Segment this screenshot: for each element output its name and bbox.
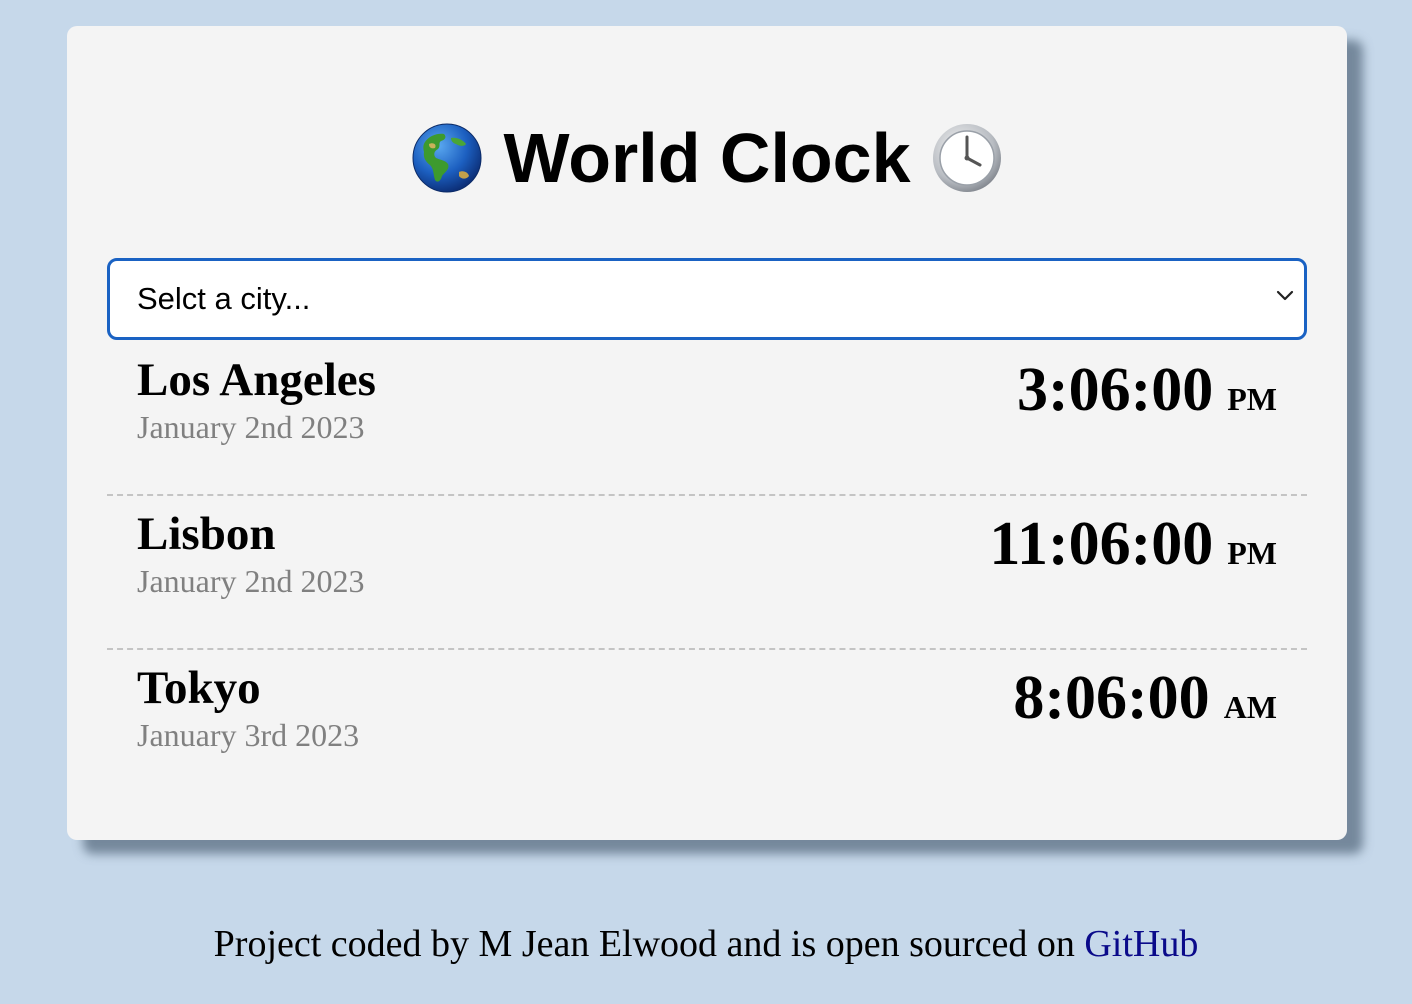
time-ampm: PM xyxy=(1227,535,1277,571)
globe-americas-icon xyxy=(412,123,482,193)
time-value: 11:06:00 xyxy=(989,510,1214,578)
city-select-value: Selct a city... xyxy=(137,281,311,316)
time-value: 8:06:00 xyxy=(1013,664,1210,732)
time-ampm: AM xyxy=(1223,689,1277,725)
github-link[interactable]: GitHub xyxy=(1084,923,1198,965)
city-name: Los Angeles xyxy=(137,354,376,406)
time-value: 3:06:00 xyxy=(1016,356,1214,424)
title-row: World Clock xyxy=(67,118,1347,198)
footer: Project coded by M Jean Elwood and is op… xyxy=(0,922,1412,966)
city-time: 11:06:00 PM xyxy=(989,510,1277,578)
city-row-los-angeles: Los Angeles January 2nd 2023 3:06:00 PM xyxy=(107,340,1307,496)
city-time: 8:06:00 AM xyxy=(1013,664,1277,732)
clock-icon xyxy=(932,124,1001,192)
chevron-down-icon xyxy=(1276,290,1294,301)
city-date: January 3rd 2023 xyxy=(137,717,360,753)
time-ampm: PM xyxy=(1227,381,1277,417)
footer-text: Project coded by M Jean Elwood and is op… xyxy=(213,923,1085,965)
city-time: 3:06:00 PM xyxy=(1017,356,1277,424)
city-select[interactable]: Selct a city... xyxy=(107,258,1307,340)
page-title: World Clock xyxy=(503,119,911,197)
city-date: January 2nd 2023 xyxy=(137,563,365,599)
city-row-tokyo: Tokyo January 3rd 2023 8:06:00 AM xyxy=(107,648,1307,802)
city-row-lisbon: Lisbon January 2nd 2023 11:06:00 PM xyxy=(107,494,1307,650)
city-name: Lisbon xyxy=(137,508,276,560)
world-clock-card: World Clock Selct a city... Los Angeles … xyxy=(67,26,1347,840)
city-name: Tokyo xyxy=(137,662,261,714)
city-date: January 2nd 2023 xyxy=(137,409,365,445)
